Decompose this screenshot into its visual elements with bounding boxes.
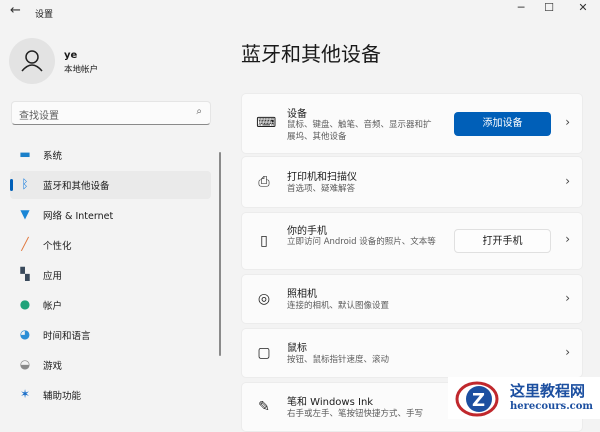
window-title: 设置 (35, 10, 54, 20)
watermark-logo: Z 这里教程网 herecours.com (448, 377, 600, 419)
sidebar-item-label: 网络 & Internet (43, 211, 114, 222)
sidebar-item-label: 帐户 (43, 301, 63, 312)
chevron-right-icon: › (565, 174, 570, 188)
user-name: ye (64, 50, 78, 61)
accessibility-icon: ✶ (19, 387, 31, 401)
sidebar-item-label: 游戏 (43, 361, 63, 372)
card-desc: 连接的相机、默认图像设置 (287, 301, 390, 311)
card-title: 鼠标 (287, 343, 307, 354)
card-mouse[interactable]: ▢ 鼠标 按钮、鼠标指针速度、滚动 › (241, 328, 583, 378)
sidebar-item-8[interactable]: ✶ 辅助功能 (10, 381, 211, 409)
sidebar-item-5[interactable]: ● 帐户 (10, 291, 211, 319)
search-placeholder: 查找设置 (19, 111, 59, 122)
account-icon: ● (19, 297, 31, 311)
card-desc: 立即访问 Android 设备的照片、文本等 (287, 237, 436, 247)
card-desc: 首选项、疑难解答 (287, 184, 356, 194)
selected-indicator (10, 179, 13, 191)
sidebar-item-label: 蓝牙和其他设备 (43, 181, 110, 192)
back-button[interactable]: ← (10, 3, 21, 18)
keyboard-device-icon: ⌨ (256, 115, 277, 131)
wifi-icon: ▼ (20, 207, 30, 221)
chevron-right-icon: › (565, 232, 570, 246)
card-title: 设备 (287, 109, 307, 120)
svg-text:Z: Z (472, 390, 485, 411)
printer-icon: ⎙ (258, 174, 270, 190)
sidebar-item-4[interactable]: ▚ 应用 (10, 261, 211, 289)
card-desc: 按钮、鼠标指针速度、滚动 (287, 355, 390, 365)
card-phone[interactable]: ▯ 你的手机 立即访问 Android 设备的照片、文本等 打开手机 › (241, 212, 583, 270)
sidebar-item-0[interactable]: ▬ 系统 (10, 141, 211, 169)
add-device-button[interactable]: 添加设备 (454, 112, 551, 136)
watermark-name: 这里教程网 (510, 382, 586, 400)
mouse-icon: ▢ (257, 345, 271, 361)
bluetooth-icon: ᛒ (21, 177, 29, 191)
sidebar-item-1[interactable]: ᛒ 蓝牙和其他设备 (10, 171, 211, 199)
maximize-button[interactable]: ☐ (537, 1, 561, 15)
card-title: 你的手机 (287, 226, 327, 237)
minimize-button[interactable]: ─ (509, 1, 533, 15)
phone-icon: ▯ (260, 233, 268, 249)
sidebar-item-6[interactable]: ◕ 时间和语言 (10, 321, 211, 349)
chevron-right-icon: › (565, 115, 570, 129)
sidebar-item-label: 辅助功能 (43, 391, 82, 402)
chevron-right-icon: › (565, 345, 570, 359)
card-title: 打印机和扫描仪 (287, 172, 357, 183)
card-devices[interactable]: ⌨ 设备 鼠标、键盘、触笔、音频、显示器和扩展坞、其他设备 添加设备 › (241, 93, 583, 154)
sidebar-scrollbar[interactable] (219, 152, 221, 356)
watermark-url: herecours.com (510, 401, 594, 412)
sidebar-item-label: 应用 (43, 271, 63, 282)
person-icon (21, 50, 43, 72)
sidebar-item-label: 时间和语言 (43, 331, 91, 342)
sidebar-item-label: 系统 (43, 151, 63, 162)
card-title: 笔和 Windows Ink (287, 397, 374, 408)
gamepad-icon: ◒ (19, 357, 31, 371)
camera-icon: ◎ (257, 291, 271, 307)
card-camera[interactable]: ◎ 照相机 连接的相机、默认图像设置 › (241, 274, 583, 324)
open-phone-button[interactable]: 打开手机 (454, 229, 551, 253)
sidebar-item-3[interactable]: ╱ 个性化 (10, 231, 211, 259)
pen-icon: ✎ (258, 399, 270, 415)
sidebar-item-label: 个性化 (43, 241, 72, 252)
account-type: 本地帐户 (64, 65, 99, 75)
card-desc: 鼠标、键盘、触笔、音频、显示器和扩展坞、其他设备 (287, 120, 432, 142)
card-title: 照相机 (287, 289, 317, 300)
close-button[interactable]: ✕ (571, 1, 595, 15)
avatar[interactable] (9, 38, 55, 84)
apps-icon: ▚ (20, 267, 30, 281)
chevron-right-icon: › (565, 291, 570, 305)
search-input[interactable]: 查找设置 ⌕ (11, 101, 211, 125)
card-printers[interactable]: ⎙ 打印机和扫描仪 首选项、疑难解答 › (241, 156, 583, 208)
sidebar-item-2[interactable]: ▼ 网络 & Internet (10, 201, 211, 229)
search-icon: ⌕ (196, 106, 202, 117)
monitor-icon: ▬ (19, 147, 31, 161)
sidebar-item-7[interactable]: ◒ 游戏 (10, 351, 211, 379)
globe-clock-icon: ◕ (19, 327, 31, 341)
brush-icon: ╱ (21, 237, 29, 251)
page-title: 蓝牙和其他设备 (241, 42, 381, 66)
